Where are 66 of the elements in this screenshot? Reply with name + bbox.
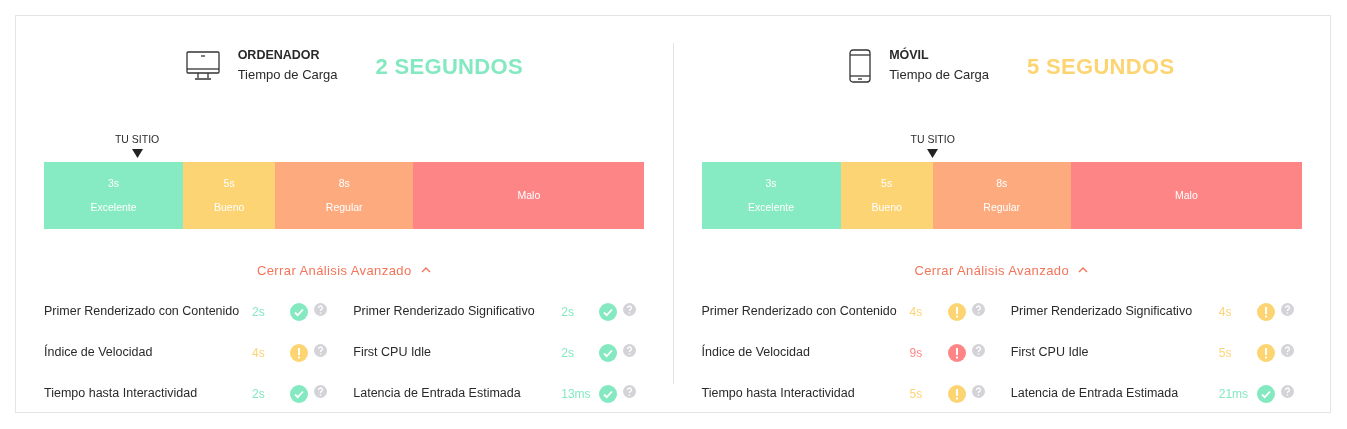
metric-label: Latencia de Entrada Estimada bbox=[353, 385, 522, 403]
metric-value: 9s bbox=[909, 344, 924, 362]
load-time-result: 2 SEGUNDOS bbox=[375, 52, 523, 81]
rating-label: Bueno bbox=[871, 199, 902, 215]
metric-label: Tiempo hasta Interactividad bbox=[44, 385, 199, 403]
load-time-label: Tiempo de Carga bbox=[237, 66, 338, 84]
rating-label: Regular bbox=[325, 199, 363, 215]
help-icon[interactable] bbox=[623, 344, 637, 357]
device-title: MÓVIL bbox=[889, 46, 930, 64]
collapse-analysis-link[interactable]: Cerrar Análisis Avanzado bbox=[914, 261, 1090, 281]
help-icon[interactable] bbox=[314, 303, 327, 316]
threshold-value: 8s bbox=[338, 175, 350, 191]
threshold-value: 5s bbox=[223, 175, 235, 191]
help-icon[interactable] bbox=[314, 344, 327, 357]
rating-label: Malo bbox=[1175, 187, 1198, 203]
metric-label: Primer Renderizado Significativo bbox=[353, 303, 536, 321]
metric-label: Tiempo hasta Interactividad bbox=[701, 385, 856, 403]
metric-label: Latencia de Entrada Estimada bbox=[1010, 385, 1180, 403]
chevron-up-icon bbox=[1077, 266, 1090, 274]
threshold-value: 5s bbox=[881, 175, 893, 191]
metric-value: 13ms bbox=[561, 385, 592, 403]
metric-label: First CPU Idle bbox=[353, 344, 433, 362]
metric-value: 4s bbox=[909, 303, 924, 321]
collapse-analysis-link[interactable]: Cerrar Análisis Avanzado bbox=[256, 261, 432, 281]
device-title: ORDENADOR bbox=[237, 47, 321, 64]
metric-label: Primer Renderizado Significativo bbox=[1010, 303, 1194, 321]
desktop-icon bbox=[185, 51, 220, 81]
metric-value: 21ms bbox=[1218, 385, 1250, 403]
help-icon[interactable] bbox=[623, 303, 637, 316]
metric-label: Primer Renderizado con Contenido bbox=[44, 303, 241, 321]
chevron-up-icon bbox=[419, 266, 432, 274]
help-icon[interactable] bbox=[623, 385, 637, 398]
threshold-value: 8s bbox=[996, 175, 1008, 191]
rating-label: Bueno bbox=[213, 199, 245, 215]
metric-label: First CPU Idle bbox=[1010, 344, 1090, 362]
rating-label: Regular bbox=[983, 199, 1021, 215]
help-icon[interactable] bbox=[1280, 385, 1294, 398]
metric-value: 4s bbox=[1218, 303, 1233, 321]
threshold-value: 3s bbox=[765, 175, 777, 191]
metric-value: 2s bbox=[252, 385, 266, 403]
help-icon[interactable] bbox=[1280, 344, 1294, 357]
metric-value: 2s bbox=[561, 344, 575, 362]
metric-value: 5s bbox=[1218, 344, 1233, 362]
metric-value: 4s bbox=[252, 344, 266, 362]
help-icon[interactable] bbox=[971, 344, 985, 357]
rating-label: Excelente bbox=[748, 199, 795, 215]
rating-label: Excelente bbox=[90, 199, 137, 215]
metric-label: Índice de Velocidad bbox=[44, 343, 154, 362]
help-icon[interactable] bbox=[314, 385, 327, 398]
help-icon[interactable] bbox=[971, 303, 985, 316]
site-marker-label: TU SITIO bbox=[114, 132, 160, 146]
help-icon[interactable] bbox=[971, 385, 985, 398]
metric-value: 2s bbox=[252, 303, 266, 321]
metric-value: 5s bbox=[909, 385, 924, 403]
phone-icon bbox=[849, 49, 872, 83]
site-marker-label: TU SITIO bbox=[910, 132, 955, 146]
marker-icon bbox=[927, 149, 939, 158]
help-icon[interactable] bbox=[1280, 303, 1294, 316]
marker-icon bbox=[131, 149, 143, 158]
threshold-value: 3s bbox=[108, 175, 120, 191]
rating-label: Malo bbox=[517, 187, 541, 203]
load-time-result: 5 SEGUNDOS bbox=[1027, 52, 1175, 81]
metric-value: 2s bbox=[561, 303, 575, 321]
load-time-label: Tiempo de Carga bbox=[889, 66, 990, 84]
metric-label: Índice de Velocidad bbox=[701, 343, 811, 362]
metric-label: Primer Renderizado con Contenido bbox=[701, 303, 898, 321]
